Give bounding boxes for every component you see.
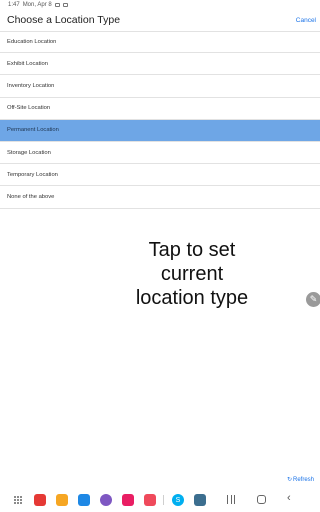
instruction-line-2: current: [160, 263, 224, 285]
location-option-permanent[interactable]: Permanent Location: [0, 119, 320, 142]
cancel-button[interactable]: Cancel: [296, 17, 316, 24]
app-icon-red[interactable]: [34, 494, 46, 506]
dialog-header: Choose a Location Type Cancel: [0, 9, 320, 31]
location-option-storage[interactable]: Storage Location: [0, 142, 320, 165]
home-button[interactable]: [257, 495, 266, 504]
app-icon-red-camera[interactable]: [144, 494, 156, 506]
app-icon-purple[interactable]: [100, 494, 112, 506]
recent-apps-button[interactable]: [227, 495, 235, 504]
location-type-list: Education Location Exhibit Location Inve…: [0, 31, 320, 209]
location-option-off-site[interactable]: Off-Site Location: [0, 98, 320, 120]
app-drawer-icon[interactable]: [14, 496, 22, 504]
refresh-icon: ↻: [286, 477, 292, 483]
location-option-temporary[interactable]: Temporary Location: [0, 164, 320, 187]
notification-icon: [62, 2, 68, 7]
status-time: 1:47: [8, 1, 20, 8]
system-nav-bar: S ‹: [0, 488, 320, 512]
location-option-inventory[interactable]: Inventory Location: [0, 75, 320, 98]
skype-icon[interactable]: S: [172, 494, 184, 506]
instruction-line-3: location type: [135, 287, 249, 309]
image-icon: [54, 2, 60, 7]
instruction-line-1: Tap to set: [148, 239, 236, 261]
app-icon-blue-square[interactable]: [78, 494, 90, 506]
pencil-icon: ✎: [309, 294, 318, 304]
location-option-exhibit[interactable]: Exhibit Location: [0, 53, 320, 76]
refresh-label: Refresh: [292, 476, 314, 483]
location-option-none[interactable]: None of the above: [0, 186, 320, 209]
edit-button[interactable]: ✎: [306, 292, 320, 307]
location-option-education[interactable]: Education Location: [0, 31, 320, 54]
status-bar: 1:47 Mon, Apr 8: [0, 0, 320, 9]
app-icon-pink-flower[interactable]: [122, 494, 134, 506]
back-button[interactable]: ‹: [287, 492, 291, 504]
android-app-icon[interactable]: [194, 494, 206, 506]
status-date: Mon, Apr 8: [22, 1, 52, 8]
instruction-text: Tap to set current location type: [112, 238, 272, 310]
chevron-left-icon: ‹: [287, 492, 291, 504]
page-title: Choose a Location Type: [7, 14, 121, 26]
refresh-button[interactable]: ↻ Refresh: [286, 476, 314, 484]
app-icon-yellow[interactable]: [56, 494, 68, 506]
dock-divider: [163, 495, 164, 505]
